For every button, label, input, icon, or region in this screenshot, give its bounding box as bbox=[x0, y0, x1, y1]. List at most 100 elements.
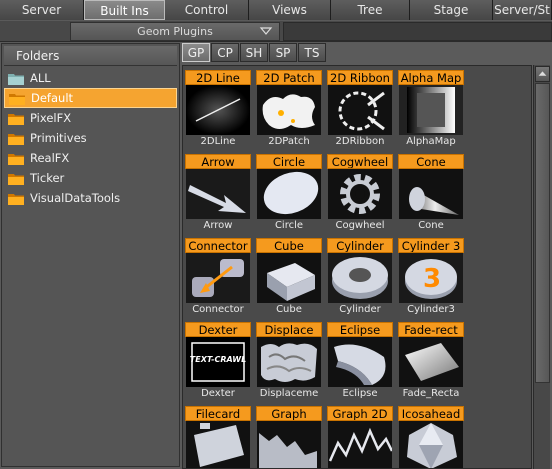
plugin-title: Filecard bbox=[185, 406, 251, 421]
subtab-sh[interactable]: SH bbox=[240, 43, 268, 62]
subtab-ts[interactable]: TS bbox=[298, 43, 326, 62]
graph-icon bbox=[257, 421, 321, 468]
plugin-title: Cube bbox=[256, 238, 322, 253]
plugin-item-eclipse[interactable]: Eclipse Eclipse bbox=[327, 322, 393, 401]
plugin-item-alpha-map[interactable]: Alpha Map AlphaMap bbox=[398, 70, 464, 149]
folder-all[interactable]: ALL bbox=[4, 68, 177, 88]
plugin-caption: Cogwheel bbox=[335, 220, 385, 231]
plugin-item-fade-rect[interactable]: Fade-rect Fade_Recta bbox=[398, 322, 464, 401]
text-crawl-label: TEXT-CRAWL bbox=[189, 355, 247, 364]
folders-header: Folders bbox=[4, 46, 177, 66]
cone-icon bbox=[399, 169, 463, 219]
plugin-title: 2D Patch bbox=[256, 70, 322, 85]
plugin-grid-scrollbar[interactable] bbox=[533, 65, 550, 469]
subtab-gp[interactable]: GP bbox=[182, 43, 210, 62]
folder-label: RealFX bbox=[30, 151, 70, 165]
plugin-item-circle[interactable]: Circle Circle bbox=[256, 154, 322, 233]
plugin-item-arrow[interactable]: Arrow Arrow bbox=[185, 154, 251, 233]
folder-icon bbox=[8, 153, 24, 165]
tab-tree[interactable]: Tree bbox=[331, 0, 410, 20]
plugin-caption: Dexter bbox=[201, 388, 235, 399]
chevron-up-icon bbox=[538, 71, 547, 76]
plugin-caption: Cone bbox=[418, 220, 444, 231]
folder-pixelfx[interactable]: PixelFX bbox=[4, 108, 177, 128]
plugin-item-cogwheel[interactable]: Cogwheel Cogwheel bbox=[327, 154, 393, 233]
plugin-caption: Eclipse bbox=[342, 388, 378, 399]
plugin-title: Cylinder 3 bbox=[398, 238, 464, 253]
plugin-item-graph-2d[interactable]: Graph 2D bbox=[327, 406, 393, 468]
plugin-caption: AlphaMap bbox=[406, 136, 456, 147]
plugin-title: 2D Line bbox=[185, 70, 251, 85]
plugin-title: Cogwheel bbox=[327, 154, 393, 169]
folder-visualdatatools[interactable]: VisualDataTools bbox=[4, 188, 177, 208]
chevron-down-icon bbox=[259, 27, 273, 35]
connector-icon bbox=[186, 253, 250, 303]
cylinder3-icon: 3 bbox=[399, 253, 463, 303]
plugin-item-icosahead[interactable]: Icosahead bbox=[398, 406, 464, 468]
plugin-grid: 2D Line 2DLine 2D Patch 2DPatch 2D Ribbo… bbox=[182, 65, 532, 469]
tab-built-ins[interactable]: Built Ins bbox=[84, 0, 165, 20]
plugin-title: Graph 2D bbox=[327, 406, 393, 421]
folder-ticker[interactable]: Ticker bbox=[4, 168, 177, 188]
dexter-icon: TEXT-CRAWL bbox=[186, 337, 250, 387]
folder-default[interactable]: Default bbox=[4, 88, 177, 108]
cogwheel-icon bbox=[328, 169, 392, 219]
plugin-item-dexter[interactable]: Dexter TEXT-CRAWL Dexter bbox=[185, 322, 251, 401]
plugin-item-cylinder[interactable]: Cylinder Cylinder bbox=[327, 238, 393, 317]
plugin-type-value: Geom Plugins bbox=[137, 25, 213, 38]
circle-icon bbox=[257, 169, 321, 219]
plugin-title: Fade-rect bbox=[398, 322, 464, 337]
plugin-title: Connector bbox=[185, 238, 251, 253]
cylinder-icon bbox=[328, 253, 392, 303]
plugin-caption: 2DRibbon bbox=[335, 136, 385, 147]
tab-server-st[interactable]: Server/St bbox=[493, 0, 552, 20]
scroll-thumb[interactable] bbox=[535, 83, 550, 383]
plugin-title: Arrow bbox=[185, 154, 251, 169]
plugin-item-cylinder-3[interactable]: Cylinder 3 3 Cylinder3 bbox=[398, 238, 464, 317]
plugin-caption: Displaceme bbox=[259, 388, 319, 399]
plugin-type-select[interactable]: Geom Plugins bbox=[70, 22, 280, 41]
plugin-caption: Circle bbox=[274, 220, 304, 231]
plugin-caption: 2DPatch bbox=[268, 136, 310, 147]
ribbon-icon bbox=[328, 85, 392, 135]
tab-views[interactable]: Views bbox=[249, 0, 331, 20]
plugin-caption: Cylinder3 bbox=[407, 304, 455, 315]
folders-panel: Folders ALL Default PixelFX Primitives R… bbox=[1, 43, 180, 467]
plugin-caption: Arrow bbox=[203, 220, 233, 231]
folder-label: VisualDataTools bbox=[30, 191, 121, 205]
tab-stage[interactable]: Stage bbox=[410, 0, 493, 20]
plugin-title: Displace bbox=[256, 322, 322, 337]
plugin-caption: Fade_Recta bbox=[402, 388, 460, 399]
plugin-item-cone[interactable]: Cone Cone bbox=[398, 154, 464, 233]
scroll-up-button[interactable] bbox=[535, 66, 550, 82]
plugin-item-filecard[interactable]: Filecard bbox=[185, 406, 251, 468]
plugin-title: Icosahead bbox=[398, 406, 464, 421]
fade-rect-icon bbox=[399, 337, 463, 387]
plugin-caption: 2DLine bbox=[200, 136, 236, 147]
patch-icon bbox=[257, 85, 321, 135]
folder-icon bbox=[9, 93, 25, 105]
plugin-item-displace[interactable]: Displace Displaceme bbox=[256, 322, 322, 401]
plugin-item-2d-patch[interactable]: 2D Patch 2DPatch bbox=[256, 70, 322, 149]
plugin-caption: Connector bbox=[192, 304, 244, 315]
plugin-subtabs: GP CP SH SP TS bbox=[182, 43, 327, 62]
folder-realfx[interactable]: RealFX bbox=[4, 148, 177, 168]
subtab-sp[interactable]: SP bbox=[269, 43, 297, 62]
displace-icon bbox=[257, 337, 321, 387]
plugin-item-connector[interactable]: Connector Connector bbox=[185, 238, 251, 317]
folder-primitives[interactable]: Primitives bbox=[4, 128, 177, 148]
top-tab-bar: Server Built Ins Control Views Tree Stag… bbox=[0, 0, 552, 20]
plugin-item-cube[interactable]: Cube Cube bbox=[256, 238, 322, 317]
alpha-map-icon bbox=[399, 85, 463, 135]
plugin-title: 2D Ribbon bbox=[327, 70, 393, 85]
plugin-item-graph[interactable]: Graph bbox=[256, 406, 322, 468]
plugin-item-2d-ribbon[interactable]: 2D Ribbon 2DRibbon bbox=[327, 70, 393, 149]
plugin-title: Cone bbox=[398, 154, 464, 169]
plugin-item-2d-line[interactable]: 2D Line 2DLine bbox=[185, 70, 251, 149]
cube-icon bbox=[257, 253, 321, 303]
plugin-title: Circle bbox=[256, 154, 322, 169]
tab-control[interactable]: Control bbox=[165, 0, 249, 20]
subtab-cp[interactable]: CP bbox=[211, 43, 239, 62]
tab-server[interactable]: Server bbox=[0, 0, 84, 20]
plugin-title: Dexter bbox=[185, 322, 251, 337]
